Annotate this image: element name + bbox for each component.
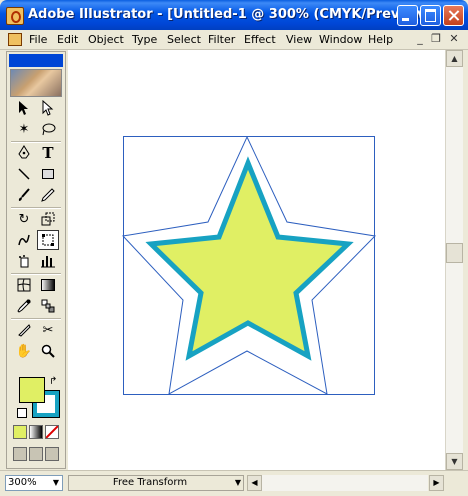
doc-close-button[interactable]: ✕ xyxy=(448,33,460,45)
fill-color-swatch[interactable] xyxy=(19,377,45,403)
default-colors-icon[interactable] xyxy=(17,408,27,418)
scroll-left-button[interactable]: ◀ xyxy=(247,475,262,491)
rectangle-tool-icon[interactable] xyxy=(37,164,59,184)
scroll-down-button[interactable]: ▼ xyxy=(446,453,463,470)
menu-filter[interactable]: Filter xyxy=(208,33,235,46)
menu-file[interactable]: File xyxy=(29,33,47,46)
line-tool-icon[interactable] xyxy=(13,164,35,184)
scale-tool-icon[interactable] xyxy=(37,209,59,229)
zoom-level-value: 300% xyxy=(8,477,37,488)
pencil-tool-icon[interactable] xyxy=(37,185,59,205)
menu-view[interactable]: View xyxy=(286,33,312,46)
vertical-scrollbar[interactable]: ▲ ▼ xyxy=(445,50,463,470)
selection-tool-icon[interactable] xyxy=(13,98,35,118)
status-text: Free Transform xyxy=(112,477,188,488)
magic-wand-tool-icon[interactable]: ✶ xyxy=(13,119,35,139)
column-graph-tool-icon[interactable] xyxy=(37,251,59,271)
blend-tool-icon[interactable] xyxy=(37,296,59,316)
menu-effect[interactable]: Effect xyxy=(244,33,276,46)
full-screen-menu-mode-button[interactable] xyxy=(29,447,43,461)
warp-tool-icon[interactable] xyxy=(13,230,35,250)
menu-help[interactable]: Help xyxy=(368,33,393,46)
maximize-button[interactable] xyxy=(420,5,441,26)
close-button[interactable] xyxy=(443,5,464,26)
zoom-dropdown-arrow-icon[interactable]: ▼ xyxy=(50,476,62,490)
artwork-svg xyxy=(121,135,377,395)
zoom-level-field[interactable]: 300% ▼ xyxy=(5,475,63,491)
doc-minimize-button[interactable]: _ xyxy=(414,33,426,45)
eyedropper-tool-icon[interactable] xyxy=(13,296,35,316)
swap-fill-stroke-icon[interactable]: ↱ xyxy=(49,376,57,387)
slice-tool-icon[interactable] xyxy=(13,320,35,340)
pen-tool-icon[interactable] xyxy=(13,143,35,163)
type-tool-icon[interactable]: T xyxy=(37,143,59,163)
horizontal-scrollbar[interactable] xyxy=(262,475,428,491)
lasso-tool-icon[interactable] xyxy=(37,119,59,139)
doc-restore-button[interactable]: ❐ xyxy=(430,33,442,45)
scroll-up-button[interactable]: ▲ xyxy=(446,50,463,67)
toolbox-header[interactable] xyxy=(9,54,63,67)
status-bar: 300% ▼ Free Transform ▼ ◀ ▶ xyxy=(0,470,468,496)
scissors-tool-icon[interactable]: ✂ xyxy=(37,320,59,340)
standard-screen-mode-button[interactable] xyxy=(13,447,27,461)
mesh-tool-icon[interactable] xyxy=(13,275,35,295)
window-title: Adobe Illustrator - [Untitled-1 @ 300% (… xyxy=(28,7,442,22)
symbol-sprayer-tool-icon[interactable] xyxy=(13,251,35,271)
full-screen-mode-button[interactable] xyxy=(45,447,59,461)
color-mode-button[interactable] xyxy=(13,425,27,439)
free-transform-tool-icon[interactable] xyxy=(37,230,59,250)
scroll-right-button[interactable]: ▶ xyxy=(429,475,444,491)
toolbox-splash-image[interactable] xyxy=(10,69,62,97)
direct-selection-tool-icon[interactable] xyxy=(37,98,59,118)
status-dropdown-arrow-icon[interactable]: ▼ xyxy=(235,476,241,490)
status-menu[interactable]: Free Transform ▼ xyxy=(68,475,244,491)
vertical-scroll-thumb[interactable] xyxy=(446,243,463,263)
paintbrush-tool-icon[interactable] xyxy=(13,185,35,205)
rotate-tool-icon[interactable]: ↻ xyxy=(13,209,35,229)
menu-window[interactable]: Window xyxy=(319,33,362,46)
hand-tool-icon[interactable]: ✋ xyxy=(13,341,35,361)
app-icon[interactable] xyxy=(6,7,24,25)
minimize-button[interactable] xyxy=(397,5,418,26)
document-icon[interactable] xyxy=(8,33,22,46)
title-bar: Adobe Illustrator - [Untitled-1 @ 300% (… xyxy=(0,0,468,30)
gradient-tool-icon[interactable] xyxy=(37,275,59,295)
menu-select[interactable]: Select xyxy=(167,33,201,46)
menu-edit[interactable]: Edit xyxy=(57,33,78,46)
star-shape[interactable] xyxy=(145,156,354,361)
menu-type[interactable]: Type xyxy=(132,33,157,46)
document-canvas[interactable] xyxy=(68,50,445,470)
none-mode-button[interactable] xyxy=(45,425,59,439)
toolbox: ✶ T ↻ ✂ ✋ ↱ xyxy=(6,51,66,469)
zoom-tool-icon[interactable] xyxy=(37,341,59,361)
menu-bar: File Edit Object Type Select Filter Effe… xyxy=(0,30,468,50)
menu-object[interactable]: Object xyxy=(88,33,124,46)
gradient-mode-button[interactable] xyxy=(29,425,43,439)
